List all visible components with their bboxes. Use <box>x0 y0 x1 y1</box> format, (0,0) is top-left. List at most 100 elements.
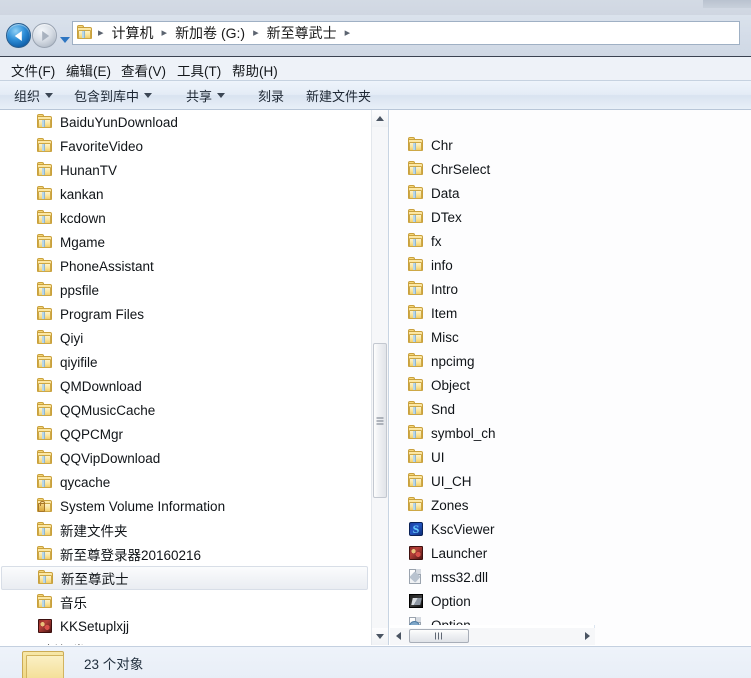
file-list-item[interactable]: Snd <box>408 397 588 421</box>
file-list-item[interactable]: UI_CH <box>408 469 588 493</box>
toolbar-button-2[interactable]: 共享 <box>186 86 226 104</box>
nav-item[interactable]: Program Files <box>37 302 360 326</box>
nav-item[interactable]: 新建文件夹 <box>37 518 360 542</box>
file-list-item[interactable]: Option <box>408 589 588 613</box>
scroll-left-button[interactable] <box>390 628 406 644</box>
nav-item[interactable]: 新至尊登录器20160216 <box>37 542 360 566</box>
folder-icon <box>37 425 53 441</box>
toolbar-button-3[interactable]: 刻录 <box>258 86 284 104</box>
menu-item-4[interactable]: 帮助(H) <box>229 60 281 79</box>
folder-icon <box>408 424 424 440</box>
folder-icon <box>408 304 424 320</box>
nav-item[interactable]: Mgame <box>37 230 360 254</box>
game-executable-icon <box>37 618 53 634</box>
nav-item[interactable]: HunanTV <box>37 158 360 182</box>
toolbar-button-label: 刻录 <box>258 88 285 104</box>
nav-item[interactable]: QMDownload <box>37 374 360 398</box>
hscrollbar-thumb[interactable] <box>409 629 469 643</box>
file-list-item[interactable]: symbol_ch <box>408 421 588 445</box>
menu-item-3[interactable]: 工具(T) <box>174 60 224 79</box>
nav-item[interactable]: 新加卷 (H:) <box>22 638 360 645</box>
file-list-item[interactable]: Option <box>408 613 588 625</box>
file-list-item[interactable]: Data <box>408 181 588 205</box>
file-list-item[interactable]: Chr <box>408 133 588 157</box>
nav-item[interactable]: kankan <box>37 182 360 206</box>
folder-icon <box>37 449 53 465</box>
file-list-item[interactable]: UI <box>408 445 588 469</box>
recent-locations-chevron-down-icon[interactable] <box>60 37 70 43</box>
menu-item-2[interactable]: 查看(V) <box>118 60 169 79</box>
command-toolbar: 组织 包含到库中 共享 刻录 新建文件夹 <box>0 81 751 110</box>
breadcrumb-item-drive[interactable]: 新加卷 (G:) <box>172 23 248 43</box>
grip-icon <box>435 632 443 640</box>
window-controls-area[interactable] <box>703 0 751 8</box>
forward-button[interactable] <box>32 23 57 48</box>
file-list-item-label: Data <box>431 185 460 201</box>
menu-item-1[interactable]: 编辑(E) <box>63 60 114 79</box>
pane-splitter[interactable] <box>388 110 389 645</box>
file-list-item[interactable]: S KscViewer <box>408 517 588 541</box>
file-list-item[interactable]: DTex <box>408 205 588 229</box>
nav-item-label: 新建文件夹 <box>60 524 128 539</box>
nav-item[interactable]: qycache <box>37 470 360 494</box>
contents-pane-hscrollbar[interactable] <box>390 628 595 645</box>
file-list-item[interactable]: fx <box>408 229 588 253</box>
toolbar-button-0[interactable]: 组织 <box>14 86 54 104</box>
address-bar[interactable]: ▸ 计算机 ▸ 新加卷 (G:) ▸ 新至尊武士 ▸ <box>72 21 740 45</box>
nav-item-label: QQPCMgr <box>60 426 124 442</box>
nav-item[interactable]: PhoneAssistant <box>37 254 360 278</box>
nav-item[interactable]: BaiduYunDownload <box>37 110 360 134</box>
navigation-pane-scrollbar[interactable] <box>371 110 388 645</box>
nav-item[interactable]: ppsfile <box>37 278 360 302</box>
folder-icon <box>37 281 53 297</box>
toolbar-button-1[interactable]: 包含到库中 <box>74 86 153 104</box>
nav-item-label: QMDownload <box>60 378 142 394</box>
breadcrumb-item-folder[interactable]: 新至尊武士 <box>264 23 340 43</box>
file-list-item-label: symbol_ch <box>431 425 496 441</box>
folder-icon <box>37 305 53 321</box>
chevron-down-icon <box>144 92 153 98</box>
file-list-item[interactable]: Misc <box>408 325 588 349</box>
file-list-item[interactable]: Object <box>408 373 588 397</box>
file-list-item[interactable]: ChrSelect <box>408 157 588 181</box>
file-list-item[interactable]: Item <box>408 301 588 325</box>
folder-icon <box>408 376 424 392</box>
nav-item[interactable]: KKSetuplxjj <box>37 614 360 638</box>
scrollbar-thumb[interactable] <box>373 343 387 498</box>
scroll-down-button[interactable] <box>372 628 388 645</box>
file-list-item[interactable]: Launcher <box>408 541 588 565</box>
grip-icon <box>376 417 384 424</box>
menu-item-0[interactable]: 文件(F) <box>8 60 58 79</box>
toolbar-button-4[interactable]: 新建文件夹 <box>306 86 371 104</box>
folder-icon <box>408 256 424 272</box>
file-list-item[interactable]: Intro <box>408 277 588 301</box>
nav-item-label: BaiduYunDownload <box>60 114 178 130</box>
nav-item-selected[interactable]: 新至尊武士 <box>1 566 368 590</box>
scroll-up-button[interactable] <box>372 110 388 127</box>
back-button[interactable] <box>6 23 31 48</box>
nav-item[interactable]: 音乐 <box>37 590 360 614</box>
file-list-item-label: Launcher <box>431 545 488 561</box>
nav-item[interactable]: FavoriteVideo <box>37 134 360 158</box>
file-list-item[interactable]: Zones <box>408 493 588 517</box>
file-list-item[interactable]: npcimg <box>408 349 588 373</box>
file-list-item-label: info <box>431 257 453 273</box>
nav-item[interactable]: QQPCMgr <box>37 422 360 446</box>
nav-item[interactable]: QQMusicCache <box>37 398 360 422</box>
nav-item[interactable]: Qiyi <box>37 326 360 350</box>
file-list-item-label: Chr <box>431 137 453 153</box>
nav-item[interactable]: kcdown <box>37 206 360 230</box>
nav-item[interactable]: System Volume Information <box>37 494 360 518</box>
file-list-item[interactable]: info <box>408 253 588 277</box>
nav-item-label: 新至尊登录器20160216 <box>60 548 202 563</box>
nav-item-label: Qiyi <box>60 330 84 346</box>
item-count-label: 23 个对象 <box>84 657 144 672</box>
scroll-right-button[interactable] <box>579 628 595 644</box>
file-list-item[interactable]: mss32.dll <box>408 565 588 589</box>
folder-icon <box>37 161 53 177</box>
breadcrumb-item-computer[interactable]: 计算机 <box>109 23 157 43</box>
folder-icon <box>408 208 424 224</box>
nav-item[interactable]: QQVipDownload <box>37 446 360 470</box>
file-list-item-label: npcimg <box>431 353 475 369</box>
nav-item[interactable]: qiyifile <box>37 350 360 374</box>
